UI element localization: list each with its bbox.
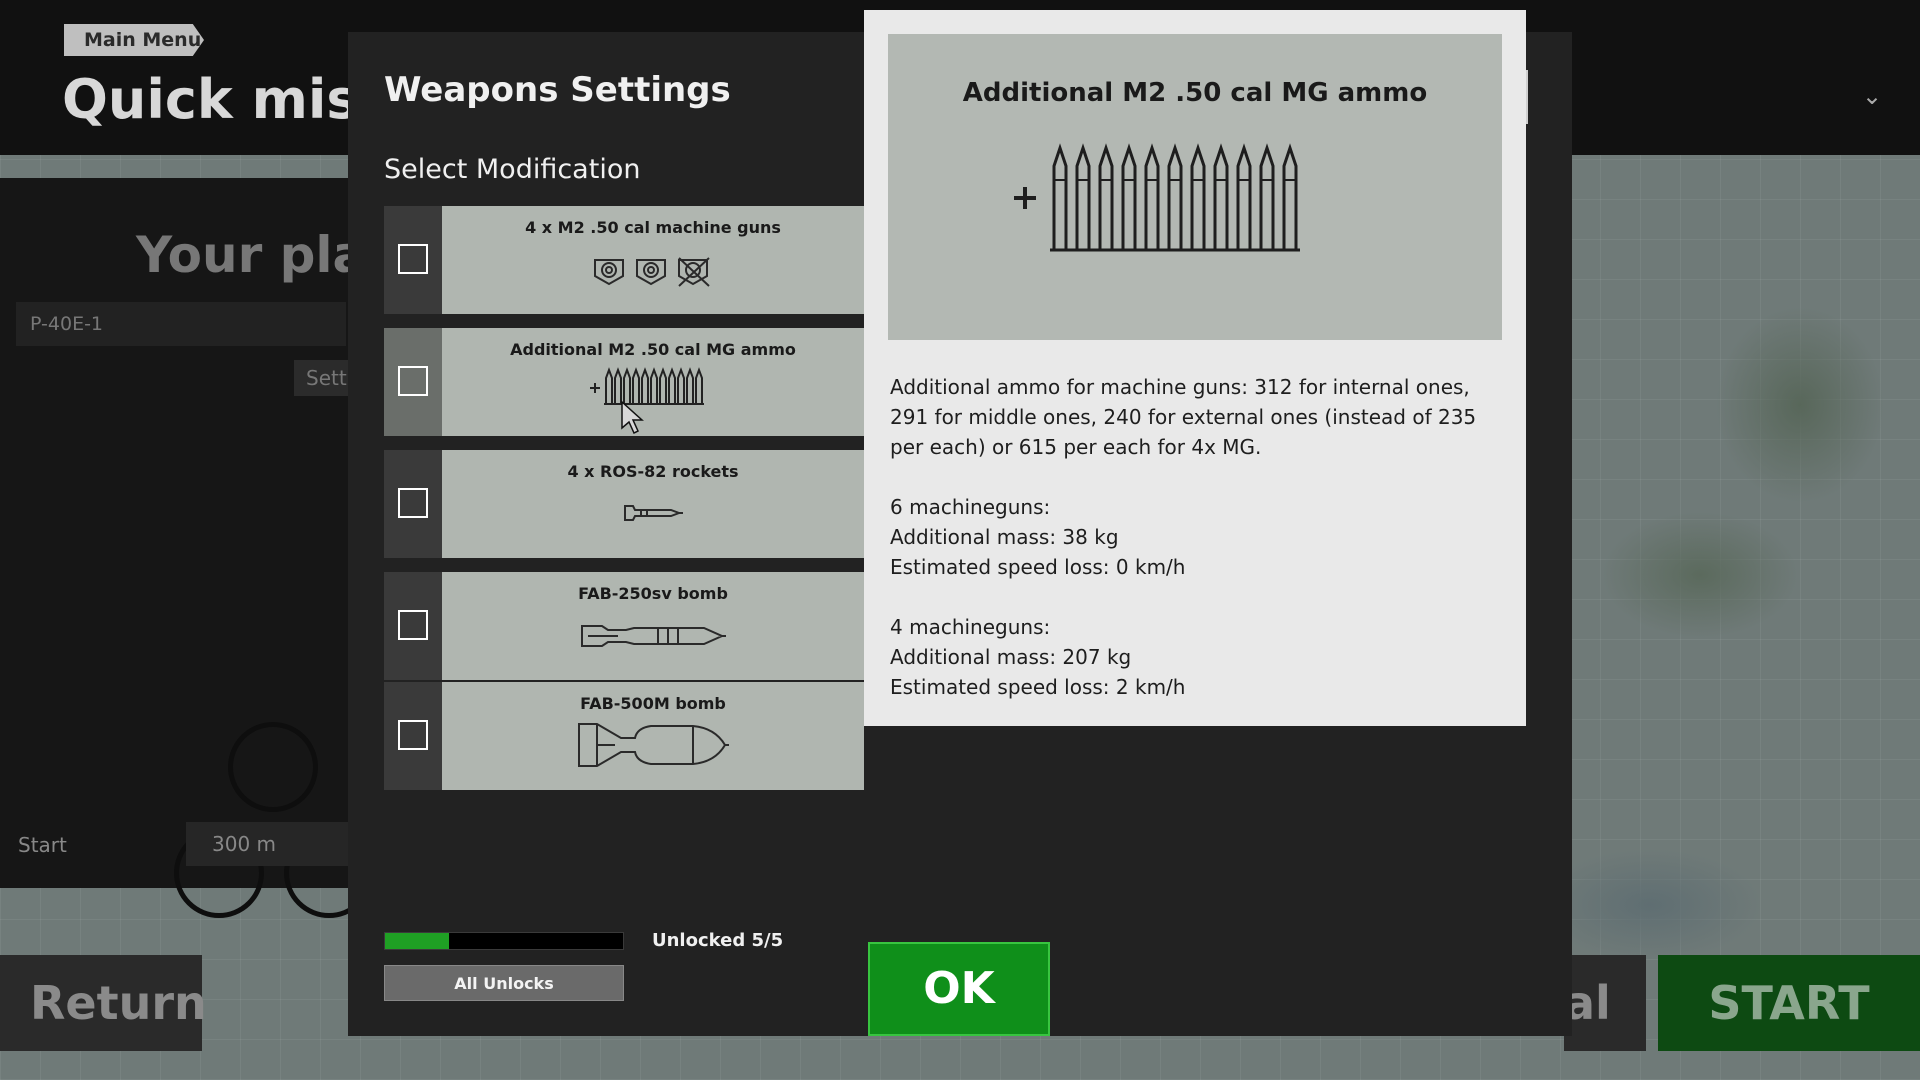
- all-unlocks-button[interactable]: All Unlocks: [384, 965, 624, 1001]
- final-button[interactable]: al: [1564, 955, 1646, 1051]
- plane-settings-button[interactable]: Sett: [294, 360, 354, 396]
- checkbox-column: [384, 450, 442, 558]
- breadcrumb-main-menu[interactable]: Main Menu: [64, 24, 204, 56]
- tooltip-title: Additional M2 .50 cal MG ammo: [962, 78, 1428, 108]
- modification-label: 4 x ROS-82 rockets: [567, 462, 739, 481]
- bomb-icon: [442, 720, 864, 770]
- unlock-progress-bar: [384, 932, 624, 950]
- modification-tooltip: Additional M2 .50 cal MG ammo Additional…: [864, 10, 1526, 726]
- checkbox-column: [384, 572, 442, 680]
- tooltip-description: Additional ammo for machine guns: 312 fo…: [890, 372, 1506, 732]
- chevron-down-icon[interactable]: ⌄: [1862, 82, 1882, 110]
- six-mg-header: 6 machineguns:: [890, 495, 1051, 519]
- modification-row-machine-guns[interactable]: 4 x M2 .50 cal machine guns: [384, 206, 864, 314]
- altitude-dial-icon: [228, 722, 318, 812]
- ammo-icon: [442, 366, 864, 406]
- checkbox-column: [384, 328, 442, 436]
- bomb-icon: [442, 620, 864, 656]
- modification-label: FAB-250sv bomb: [578, 584, 728, 603]
- machine-guns-icon: [442, 254, 864, 288]
- four-mg-mass: Additional mass: 207 kg: [890, 645, 1132, 669]
- start-mission-button[interactable]: START: [1658, 955, 1920, 1051]
- modification-checkbox[interactable]: [398, 610, 428, 640]
- modification-label: 4 x M2 .50 cal machine guns: [525, 218, 781, 237]
- modification-card[interactable]: 4 x M2 .50 cal machine guns: [442, 206, 864, 314]
- start-label: Start: [18, 833, 67, 857]
- four-mg-stats: 4 machineguns: Additional mass: 207 kg E…: [890, 612, 1506, 702]
- dialog-title: Weapons Settings: [384, 70, 731, 110]
- six-mg-stats: 6 machineguns: Additional mass: 38 kg Es…: [890, 492, 1506, 582]
- modification-checkbox[interactable]: [398, 488, 428, 518]
- return-button[interactable]: Return: [0, 955, 207, 1051]
- modification-card[interactable]: 4 x ROS-82 rockets: [442, 450, 864, 558]
- four-mg-speed-loss: Estimated speed loss: 2 km/h: [890, 675, 1186, 699]
- rocket-icon: [442, 500, 864, 526]
- modification-row-fab-500m[interactable]: FAB-500M bomb: [384, 682, 864, 790]
- ammo-icon: [1012, 138, 1342, 260]
- modification-label: Additional M2 .50 cal MG ammo: [510, 340, 796, 359]
- ammo-description: Additional ammo for machine guns: 312 fo…: [890, 375, 1477, 459]
- modification-card[interactable]: FAB-500M bomb: [442, 682, 864, 790]
- select-modification-label: Select Modification: [384, 154, 641, 185]
- modification-label: FAB-500M bomb: [580, 694, 726, 713]
- mouse-cursor-icon: [620, 400, 646, 440]
- modification-card[interactable]: FAB-250sv bomb: [442, 572, 864, 680]
- start-altitude-field[interactable]: 300 m: [186, 822, 356, 866]
- unlock-progress-fill: [385, 933, 450, 949]
- ok-button[interactable]: OK: [868, 942, 1050, 1036]
- modification-row-rockets[interactable]: 4 x ROS-82 rockets: [384, 450, 864, 558]
- four-mg-header: 4 machineguns:: [890, 615, 1051, 639]
- checkbox-column: [384, 682, 442, 790]
- checkbox-column: [384, 206, 442, 314]
- modification-row-fab-250sv[interactable]: FAB-250sv bomb: [384, 572, 864, 680]
- modification-card[interactable]: Additional M2 .50 cal MG ammo: [442, 328, 864, 436]
- modification-checkbox[interactable]: [398, 244, 428, 274]
- unlock-status: Unlocked 5/5: [652, 930, 784, 951]
- tooltip-preview: Additional M2 .50 cal MG ammo: [888, 34, 1502, 340]
- six-mg-speed-loss: Estimated speed loss: 0 km/h: [890, 555, 1186, 579]
- six-mg-mass: Additional mass: 38 kg: [890, 525, 1119, 549]
- plane-select[interactable]: P-40E-1: [16, 302, 346, 346]
- modification-checkbox[interactable]: [398, 720, 428, 750]
- modification-checkbox[interactable]: [398, 366, 428, 396]
